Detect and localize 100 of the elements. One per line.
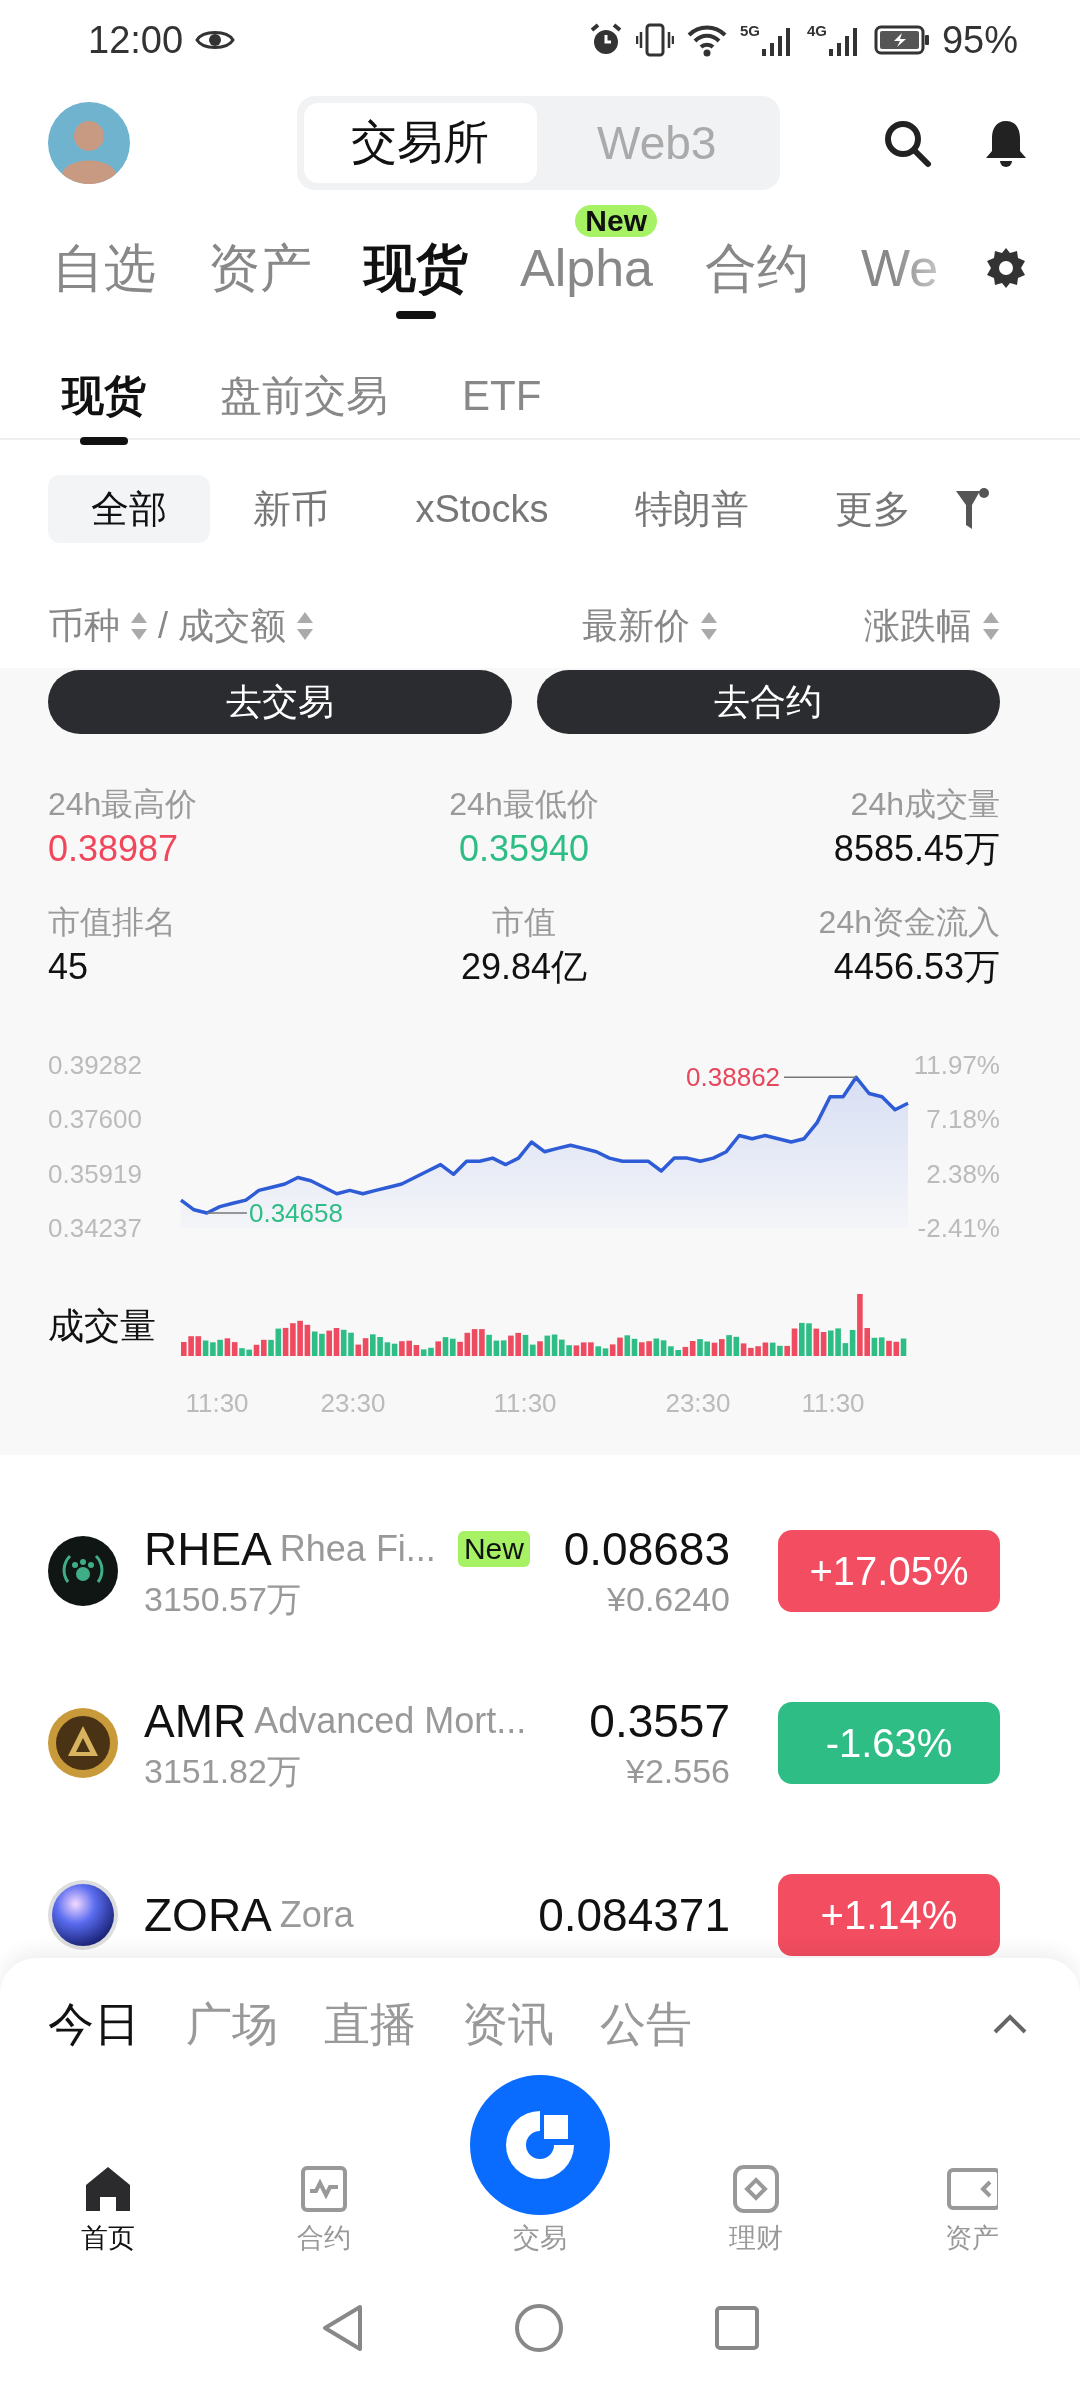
coin-name: Rhea Fi...: [279, 1528, 436, 1570]
axis-label: 11:30: [493, 1388, 557, 1418]
feed-tab[interactable]: 资讯: [462, 1996, 554, 2052]
axis-label: 0.35919: [48, 1158, 142, 1189]
nav-tab[interactable]: 首页: [0, 2075, 216, 2257]
column-header-label: 最新价: [582, 604, 690, 648]
sub-tab[interactable]: 现货: [62, 347, 146, 445]
stat-value: 0.35940: [458, 827, 590, 871]
segment-tab[interactable]: 交易所: [304, 102, 537, 183]
recents-button[interactable]: [714, 2304, 760, 2351]
pulse-chart-icon: [298, 2163, 350, 2215]
change-badge[interactable]: +17.05%: [778, 1530, 1000, 1612]
filter-chip[interactable]: xStocks: [372, 475, 592, 543]
axis-label: 11:30: [801, 1388, 865, 1418]
filter-chip[interactable]: 特朗普: [591, 475, 792, 543]
market-tab[interactable]: 资产: [208, 236, 312, 319]
market-tab[interactable]: 现货: [364, 236, 468, 319]
axis-label: 23:30: [665, 1388, 731, 1418]
low-price-marker: 0.34658: [248, 1198, 343, 1229]
column-header[interactable]: 币种: [48, 604, 148, 648]
leader-line: [206, 1212, 248, 1214]
cny-price: ¥0.6240: [607, 1579, 730, 1620]
nav-tab[interactable]: 理财: [648, 2075, 864, 2257]
column-header[interactable]: 最新价: [582, 604, 718, 648]
axis-label: 0.34237: [48, 1213, 142, 1243]
column-header[interactable]: 成交额: [178, 604, 314, 648]
stat-value: 8585.45万: [833, 827, 1000, 871]
logo-icon: [470, 2075, 610, 2215]
stat-label: 市值排名: [48, 903, 177, 942]
action-button[interactable]: 去合约: [536, 670, 1000, 734]
market-tab[interactable]: We: [861, 236, 939, 319]
filter-chip[interactable]: 更多: [791, 475, 954, 543]
feed-tab[interactable]: 直播: [324, 1996, 416, 2052]
column-header-label: 涨跌幅: [864, 604, 972, 648]
stat-value: 4456.53万: [833, 945, 1000, 989]
change-badge[interactable]: +1.14%: [778, 1874, 1000, 1956]
coin-symbol: ZORA: [144, 1888, 272, 1943]
sub-tab[interactable]: 盘前交易: [220, 347, 388, 445]
filter-chip[interactable]: 全部: [48, 475, 210, 543]
stat-value: 29.84亿: [460, 945, 588, 989]
trade-volume: 3150.57万: [144, 1579, 302, 1620]
column-header-label: 成交额: [178, 604, 286, 648]
axis-label: 0.39282: [48, 1050, 142, 1080]
coin-name: Zora: [279, 1894, 354, 1936]
stat-label: 24h资金流入: [818, 903, 1000, 942]
wifi-icon: [685, 23, 728, 57]
axis-label: 11:30: [185, 1388, 249, 1418]
coin-symbol: AMR: [144, 1694, 247, 1749]
axis-label: 2.38%: [926, 1158, 1000, 1189]
feed-tab[interactable]: 公告: [600, 1996, 692, 2052]
segment-tab[interactable]: Web3: [540, 102, 773, 183]
back-button[interactable]: [320, 2302, 364, 2353]
trade-volume: 3151.82万: [144, 1751, 302, 1792]
sub-tab[interactable]: ETF: [462, 347, 542, 445]
battery-percent: 95%: [941, 18, 1018, 62]
coin-symbol: RHEA: [144, 1522, 272, 1577]
coin-icon: [48, 1708, 118, 1778]
axis-label: 7.18%: [926, 1104, 1000, 1135]
volume-label: 成交量: [48, 1305, 156, 1346]
stat-label: 市值: [492, 903, 556, 942]
axis-label: -2.41%: [917, 1213, 1000, 1243]
new-badge: New: [457, 1531, 530, 1567]
network-type-label: 4G: [806, 23, 827, 38]
coin-price: 0.084371: [538, 1888, 730, 1943]
high-price-marker: 0.38862: [686, 1062, 781, 1093]
coin-icon: [48, 1536, 118, 1606]
coin-price: 0.3557: [589, 1694, 730, 1749]
coin-name: Advanced Mort...: [254, 1700, 527, 1742]
clock-time: 12:00: [88, 18, 184, 62]
stat-label: 24h成交量: [850, 785, 1000, 824]
axis-label: 0.37600: [48, 1104, 142, 1135]
column-header-label: 币种: [48, 604, 120, 648]
axis-label: 23:30: [320, 1388, 386, 1418]
nav-tab[interactable]: 合约: [216, 2075, 432, 2257]
stat-label: 24h最低价: [449, 785, 599, 824]
column-separator: /: [158, 604, 168, 648]
feed-tab[interactable]: 今日: [48, 1996, 140, 2052]
axis-label: 11.97%: [913, 1050, 1000, 1080]
nav-tab[interactable]: 交易: [432, 2075, 648, 2257]
new-badge: New: [575, 204, 657, 237]
stat-value: 0.38987: [48, 827, 180, 871]
coin-icon: [48, 1880, 118, 1950]
filter-icon[interactable]: [954, 487, 990, 531]
nav-tab[interactable]: 资产: [864, 2075, 1080, 2257]
column-header[interactable]: 涨跌幅: [864, 604, 1000, 648]
stat-value: 45: [48, 945, 90, 989]
change-badge[interactable]: -1.63%: [778, 1702, 1000, 1784]
action-button[interactable]: 去交易: [48, 670, 512, 734]
cny-price: ¥2.556: [626, 1751, 730, 1792]
home-button[interactable]: [514, 2302, 564, 2353]
network-type-label: 5G: [739, 23, 760, 38]
battery-icon: [873, 24, 930, 56]
market-tab[interactable]: 自选: [52, 236, 156, 319]
chevron-up-icon[interactable]: [992, 2013, 1028, 2035]
market-tab[interactable]: Alpha: [520, 236, 653, 319]
feed-tab[interactable]: 广场: [186, 1996, 278, 2052]
market-tab[interactable]: 合约: [705, 236, 809, 319]
stat-label: 24h最高价: [48, 785, 199, 824]
vibrate-icon: [635, 22, 674, 58]
filter-chip[interactable]: 新币: [210, 475, 373, 543]
